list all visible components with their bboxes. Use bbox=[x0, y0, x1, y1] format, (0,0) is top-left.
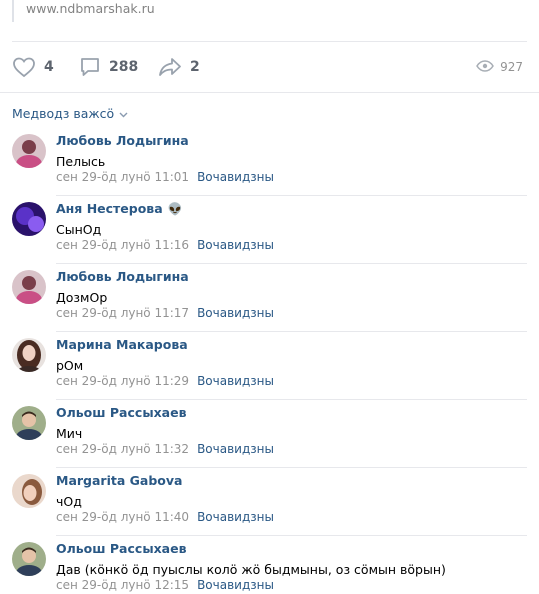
post-link[interactable]: www.ndbmarshak.ru bbox=[26, 0, 155, 18]
like-count: 4 bbox=[44, 59, 54, 75]
comment-icon bbox=[79, 56, 101, 78]
comment-author[interactable]: Марина Макарова bbox=[56, 332, 188, 358]
comment-author[interactable]: Ольош Рассыхаев bbox=[56, 400, 187, 426]
comment-text: Пелысь bbox=[56, 154, 106, 169]
comment-item: Ольош Рассыхаев Дав (кöнкö öд пуыслы кол… bbox=[0, 536, 539, 594]
comment-item: Аня Нестерова 👽 СынОд сен 29-öд лунö 11:1… bbox=[0, 196, 539, 264]
comment-author[interactable]: Margarita Gabova bbox=[56, 468, 182, 494]
sort-label: Медводз важсö bbox=[12, 106, 115, 121]
avatar[interactable] bbox=[12, 270, 46, 304]
avatar[interactable] bbox=[12, 202, 46, 236]
comment-author[interactable]: Аня Нестерова bbox=[56, 196, 163, 222]
comment-item: Margarita Gabova чОд сен 29-öд лунö 11:4… bbox=[0, 468, 539, 536]
views-count: 927 bbox=[500, 60, 523, 74]
share-count: 2 bbox=[190, 59, 200, 75]
reply-link[interactable]: Вочавидзны bbox=[197, 306, 274, 320]
avatar[interactable] bbox=[12, 474, 46, 508]
avatar[interactable] bbox=[12, 134, 46, 168]
avatar[interactable] bbox=[12, 406, 46, 440]
heart-icon bbox=[12, 56, 36, 78]
divider bbox=[0, 92, 539, 93]
post-link-block: www.ndbmarshak.ru bbox=[12, 0, 155, 22]
reply-link[interactable]: Вочавидзны bbox=[197, 374, 274, 388]
comments-sort-dropdown[interactable]: Медводз важсö bbox=[12, 106, 128, 121]
comment-time[interactable]: сен 29-öд лунö 11:01 bbox=[56, 170, 189, 184]
share-button[interactable]: 2 bbox=[158, 54, 200, 80]
alien-icon: 👽 bbox=[167, 202, 183, 216]
comment-author[interactable]: Ольош Рассыхаев bbox=[56, 536, 187, 562]
comment-text: ДозмОр bbox=[56, 290, 108, 305]
divider bbox=[12, 41, 527, 42]
like-button[interactable]: 4 bbox=[12, 54, 54, 80]
comment-text: рОм bbox=[56, 358, 84, 373]
share-icon bbox=[158, 56, 182, 78]
views-counter: 927 bbox=[476, 54, 523, 80]
comment-item: Любовь Лодыгина ДозмОр сен 29-öд лунö 11… bbox=[0, 264, 539, 332]
comment-author[interactable]: Любовь Лодыгина bbox=[56, 128, 189, 154]
comment-list: Любовь Лодыгина Пелысь сен 29-öд лунö 11… bbox=[0, 128, 539, 594]
comment-button[interactable]: 288 bbox=[79, 54, 138, 80]
reply-link[interactable]: Вочавидзны bbox=[197, 510, 274, 524]
comment-time[interactable]: сен 29-öд лунö 11:32 bbox=[56, 442, 189, 456]
comment-time[interactable]: сен 29-öд лунö 12:15 bbox=[56, 578, 189, 592]
avatar[interactable] bbox=[12, 338, 46, 372]
reply-link[interactable]: Вочавидзны bbox=[197, 170, 274, 184]
comment-item: Ольош Рассыхаев Мич сен 29-öд лунö 11:32… bbox=[0, 400, 539, 468]
reply-link[interactable]: Вочавидзны bbox=[197, 238, 274, 252]
comment-count: 288 bbox=[109, 59, 139, 75]
comment-time[interactable]: сен 29-öд лунö 11:16 bbox=[56, 238, 189, 252]
comment-text: Мич bbox=[56, 426, 83, 441]
comment-time[interactable]: сен 29-öд лунö 11:29 bbox=[56, 374, 189, 388]
comment-time[interactable]: сен 29-öд лунö 11:40 bbox=[56, 510, 189, 524]
comment-text: Дав (кöнкö öд пуыслы колö жö быдмыны, оз… bbox=[56, 562, 446, 577]
comment-item: Любовь Лодыгина Пелысь сен 29-öд лунö 11… bbox=[0, 128, 539, 196]
reply-link[interactable]: Вочавидзны bbox=[197, 578, 274, 592]
post-actions: 4 288 2 927 bbox=[12, 54, 523, 80]
avatar[interactable] bbox=[12, 542, 46, 576]
comment-text: чОд bbox=[56, 494, 82, 509]
reply-link[interactable]: Вочавидзны bbox=[197, 442, 274, 456]
eye-icon bbox=[476, 59, 494, 75]
chevron-down-icon bbox=[119, 106, 128, 121]
comment-text: СынОд bbox=[56, 222, 102, 237]
comment-item: Марина Макарова рОм сен 29-öд лунö 11:29… bbox=[0, 332, 539, 400]
comment-author[interactable]: Любовь Лодыгина bbox=[56, 264, 189, 290]
comment-time[interactable]: сен 29-öд лунö 11:17 bbox=[56, 306, 189, 320]
